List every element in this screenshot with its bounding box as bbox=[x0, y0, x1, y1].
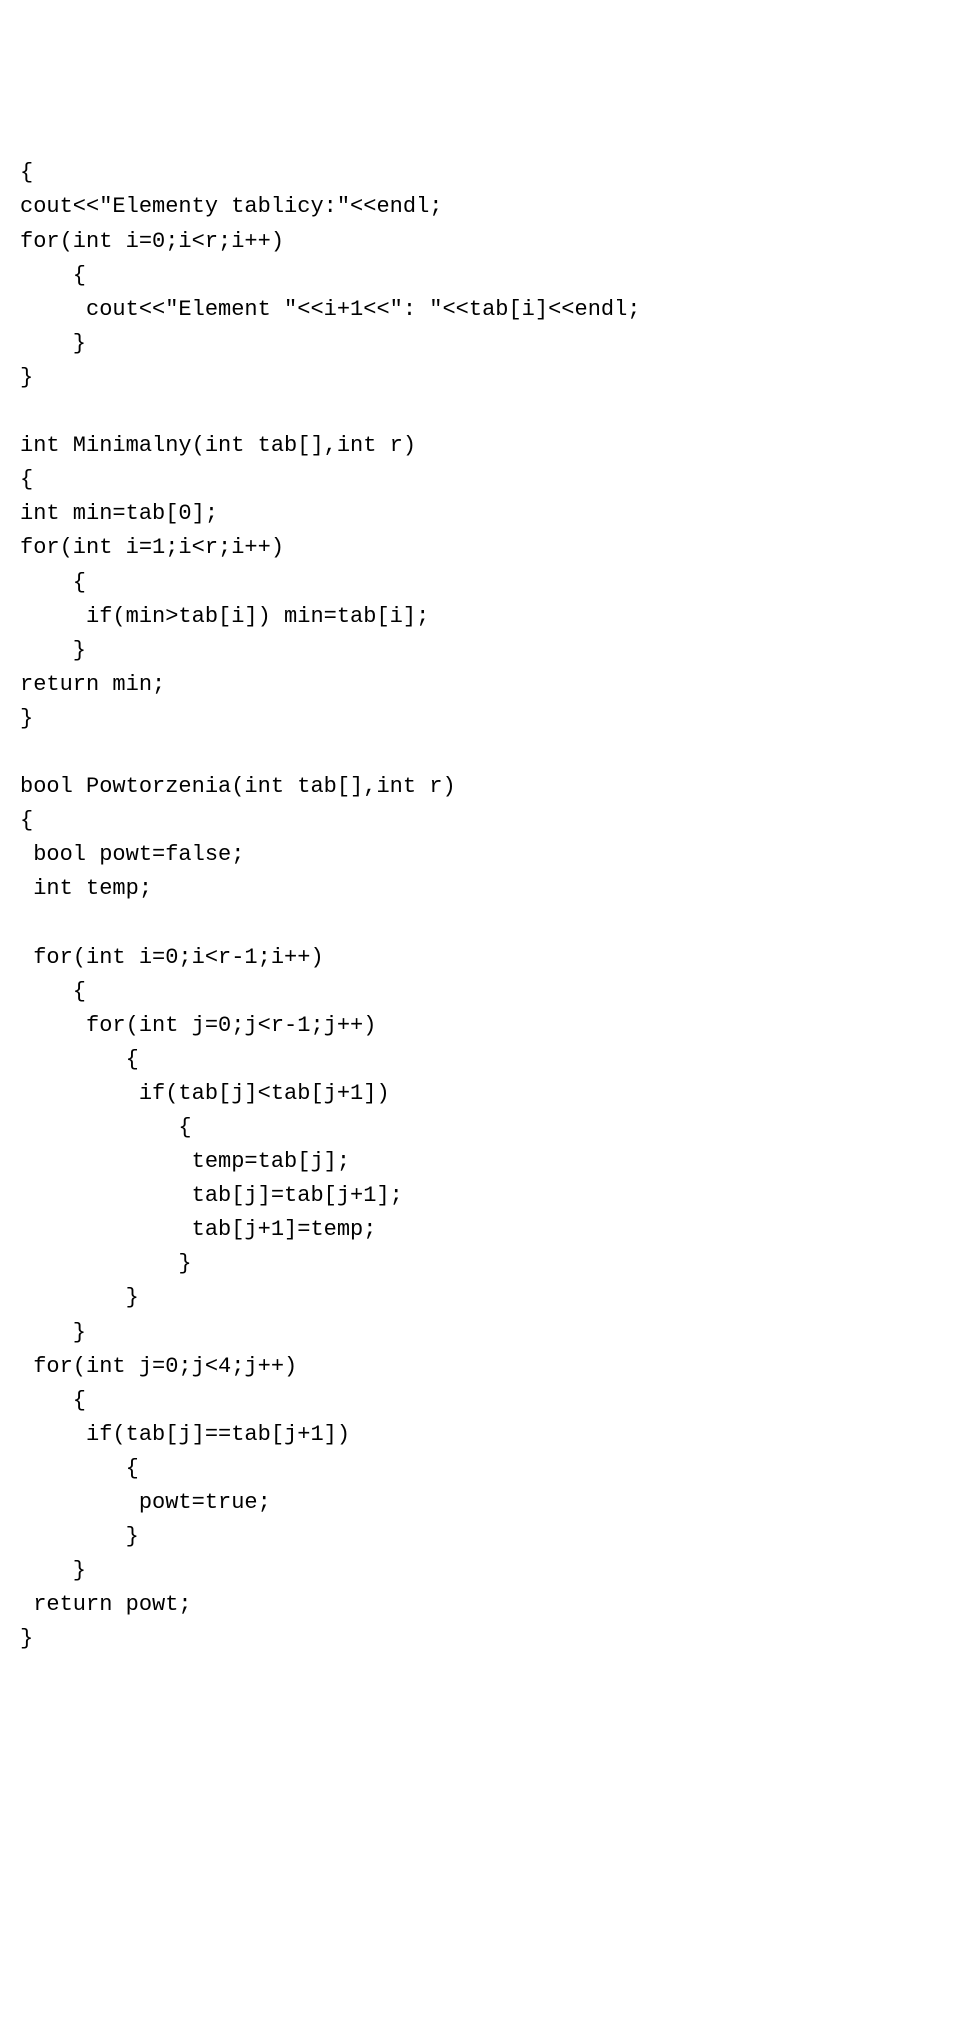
code-line: } bbox=[20, 1251, 192, 1276]
code-line: bool powt=false; bbox=[20, 842, 244, 867]
code-line: } bbox=[20, 1558, 86, 1583]
code-line: } bbox=[20, 365, 33, 390]
code-block: { cout<<"Elementy tablicy:"<<endl; for(i… bbox=[20, 156, 940, 1656]
code-line: return min; bbox=[20, 672, 165, 697]
code-line: int min=tab[0]; bbox=[20, 501, 218, 526]
code-line: for(int i=0;i<r-1;i++) bbox=[20, 945, 324, 970]
code-line: int Minimalny(int tab[],int r) bbox=[20, 433, 416, 458]
code-line: tab[j]=tab[j+1]; bbox=[20, 1183, 403, 1208]
code-line: return powt; bbox=[20, 1592, 192, 1617]
code-line: cout<<"Element "<<i+1<<": "<<tab[i]<<end… bbox=[20, 297, 641, 322]
code-line: if(tab[j]==tab[j+1]) bbox=[20, 1422, 350, 1447]
code-line: temp=tab[j]; bbox=[20, 1149, 350, 1174]
code-line: { bbox=[20, 808, 33, 833]
code-line: for(int j=0;j<r-1;j++) bbox=[20, 1013, 376, 1038]
code-line: { bbox=[20, 979, 86, 1004]
code-line: } bbox=[20, 706, 33, 731]
code-line: { bbox=[20, 1456, 139, 1481]
code-line: tab[j+1]=temp; bbox=[20, 1217, 376, 1242]
code-line: int temp; bbox=[20, 876, 152, 901]
code-line: } bbox=[20, 1626, 33, 1651]
code-line: if(tab[j]<tab[j+1]) bbox=[20, 1081, 390, 1106]
code-line: { bbox=[20, 467, 33, 492]
code-line: } bbox=[20, 1320, 86, 1345]
code-line: { bbox=[20, 1388, 86, 1413]
code-line: for(int i=0;i<r;i++) bbox=[20, 229, 284, 254]
code-line: { bbox=[20, 1115, 192, 1140]
code-line: } bbox=[20, 1524, 139, 1549]
code-line: { bbox=[20, 1047, 139, 1072]
code-line: { bbox=[20, 263, 86, 288]
code-line: bool Powtorzenia(int tab[],int r) bbox=[20, 774, 456, 799]
code-line: { bbox=[20, 160, 33, 185]
code-line: for(int i=1;i<r;i++) bbox=[20, 535, 284, 560]
code-line: } bbox=[20, 1285, 139, 1310]
code-line: } bbox=[20, 638, 86, 663]
code-line: } bbox=[20, 331, 86, 356]
code-line: { bbox=[20, 570, 86, 595]
code-line: powt=true; bbox=[20, 1490, 271, 1515]
code-line: for(int j=0;j<4;j++) bbox=[20, 1354, 297, 1379]
code-line: cout<<"Elementy tablicy:"<<endl; bbox=[20, 194, 442, 219]
code-line: if(min>tab[i]) min=tab[i]; bbox=[20, 604, 429, 629]
